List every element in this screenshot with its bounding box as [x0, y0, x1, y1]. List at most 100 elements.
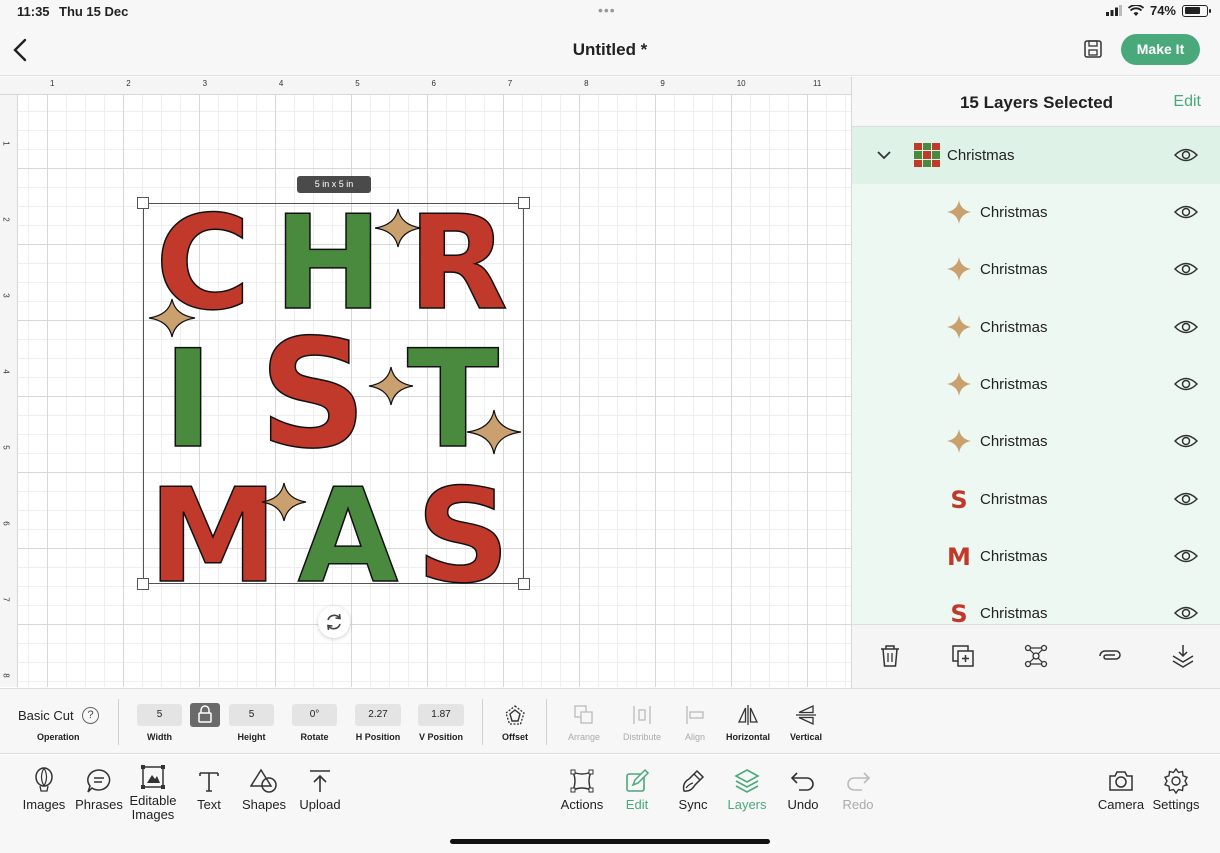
actions-button[interactable]: Actions — [556, 767, 608, 812]
home-indicator[interactable] — [450, 839, 770, 844]
attach-icon[interactable] — [1097, 643, 1123, 669]
phrases-button[interactable]: Phrases — [73, 767, 125, 812]
battery-icon — [1182, 4, 1211, 17]
layer-group-row[interactable]: Christmas — [852, 127, 1220, 184]
camera-button[interactable]: Camera — [1094, 767, 1148, 812]
distribute-icon[interactable] — [630, 703, 654, 727]
editable-images-button[interactable]: Editable Images — [125, 763, 181, 822]
arrange-label: Arrange — [567, 732, 601, 742]
resize-handle-top-right[interactable] — [518, 197, 530, 209]
status-time: 11:35 — [17, 4, 50, 19]
make-it-button[interactable]: Make It — [1121, 34, 1200, 65]
ruler-tick-label: 2 — [126, 79, 131, 88]
undo-icon — [790, 772, 814, 791]
ruler-tick-label: 8 — [1, 673, 11, 678]
layer-row[interactable]: M Christmas — [852, 528, 1220, 585]
rotate-field[interactable]: 0° — [292, 704, 337, 726]
operation-label: Operation — [37, 732, 80, 742]
wifi-icon — [1127, 4, 1144, 16]
design-letter: A — [298, 460, 399, 584]
eye-icon[interactable] — [1174, 147, 1198, 163]
arrange-icon[interactable] — [572, 703, 596, 727]
design-canvas[interactable]: 1 2 3 4 5 6 7 8 9 10 11 12345678 5 in x 5 in C H R… — [0, 77, 851, 687]
svg-text:S: S — [950, 486, 967, 513]
help-icon[interactable]: ? — [82, 707, 99, 724]
edit-button[interactable]: Edit — [614, 767, 660, 812]
layer-row[interactable]: Christmas — [852, 413, 1220, 470]
layer-name: Christmas — [980, 375, 1048, 393]
text-button[interactable]: Text — [190, 767, 228, 812]
undo-button[interactable]: Undo — [780, 767, 826, 812]
width-field[interactable]: 5 — [137, 704, 182, 726]
layer-name: Christmas — [980, 433, 1048, 451]
rotate-handle[interactable] — [318, 606, 350, 638]
star-layer-thumbnail-icon — [947, 314, 971, 339]
christmas-artwork: C H R I S T M A S — [143, 186, 524, 613]
layers-panel: 15 Layers Selected Edit Christmas Christ… — [851, 77, 1220, 688]
vertical-ruler: 1 2 3 4 5 6 7 8 — [0, 95, 18, 687]
chevron-down-icon[interactable] — [876, 147, 892, 163]
design-letter: S — [259, 308, 367, 482]
v-position-label: V Position — [418, 732, 463, 742]
lock-proportions-button[interactable] — [190, 703, 220, 727]
layers-label: Layers — [727, 797, 767, 812]
resize-handle-bottom-left[interactable] — [137, 578, 149, 590]
shapes-icon — [250, 768, 277, 793]
letter-layer-thumbnail-icon: M — [947, 543, 971, 570]
layers-edit-button[interactable]: Edit — [1173, 93, 1201, 111]
align-icon[interactable] — [683, 703, 707, 727]
eye-icon[interactable] — [1174, 605, 1198, 621]
sync-button[interactable]: Sync — [670, 767, 716, 812]
layer-name: Christmas — [980, 204, 1048, 221]
redo-button[interactable]: Redo — [835, 767, 881, 812]
divider — [546, 699, 547, 745]
distribute-label: Distribute — [622, 732, 661, 742]
flip-horizontal-icon[interactable] — [736, 703, 760, 727]
duplicate-icon[interactable] — [950, 643, 976, 669]
eye-icon[interactable] — [1174, 491, 1198, 507]
save-icon[interactable] — [1082, 38, 1104, 60]
battery-percent: 74% — [1149, 3, 1176, 18]
height-field[interactable]: 5 — [229, 704, 274, 726]
layers-button[interactable]: Layers — [724, 767, 770, 812]
upload-button[interactable]: Upload — [294, 767, 346, 812]
settings-label: Settings — [1152, 797, 1200, 812]
layer-row[interactable]: Christmas — [852, 184, 1220, 241]
horizontal-ruler: 1 2 3 4 5 6 7 8 9 10 11 — [0, 77, 851, 95]
eye-icon[interactable] — [1174, 433, 1198, 449]
size-tag: 5 in x 5 in — [297, 176, 371, 193]
eye-icon[interactable] — [1174, 548, 1198, 564]
ruler-tick-label: 2 — [1, 217, 11, 222]
eye-icon[interactable] — [1174, 204, 1198, 220]
operation-select[interactable]: Basic Cut — [18, 708, 74, 723]
layer-row[interactable]: S Christmas — [852, 471, 1220, 528]
shapes-button[interactable]: Shapes — [238, 767, 290, 812]
ruler-tick-label: 9 — [660, 79, 665, 88]
layer-row[interactable]: Christmas — [852, 241, 1220, 298]
offset-icon[interactable] — [503, 703, 527, 727]
delete-icon[interactable] — [877, 643, 903, 669]
camera-label: Camera — [1097, 797, 1145, 812]
flatten-icon[interactable] — [1170, 643, 1196, 669]
ruler-tick-label: 7 — [507, 79, 513, 88]
multitask-dots-icon[interactable]: ••• — [598, 2, 616, 18]
resize-handle-bottom-right[interactable] — [518, 578, 530, 590]
eye-icon[interactable] — [1174, 261, 1198, 277]
vertical-label: Vertical — [789, 732, 823, 742]
h-position-field[interactable]: 2.27 — [355, 704, 401, 726]
settings-button[interactable]: Settings — [1148, 767, 1204, 812]
christmas-design[interactable]: C H R I S T M A S — [143, 186, 524, 613]
upload-label: Upload — [299, 797, 341, 812]
v-position-field[interactable]: 1.87 — [418, 704, 464, 726]
flip-vertical-icon[interactable] — [794, 703, 818, 727]
height-label: Height — [237, 732, 266, 742]
images-button[interactable]: Images — [18, 767, 70, 812]
layer-row[interactable]: Christmas — [852, 299, 1220, 356]
eye-icon[interactable] — [1174, 319, 1198, 335]
actions-icon — [570, 769, 594, 793]
align-label: Align — [684, 732, 705, 742]
eye-icon[interactable] — [1174, 376, 1198, 392]
layer-row[interactable]: Christmas — [852, 356, 1220, 413]
weld-icon[interactable] — [1023, 643, 1049, 669]
resize-handle-top-left[interactable] — [137, 197, 149, 209]
